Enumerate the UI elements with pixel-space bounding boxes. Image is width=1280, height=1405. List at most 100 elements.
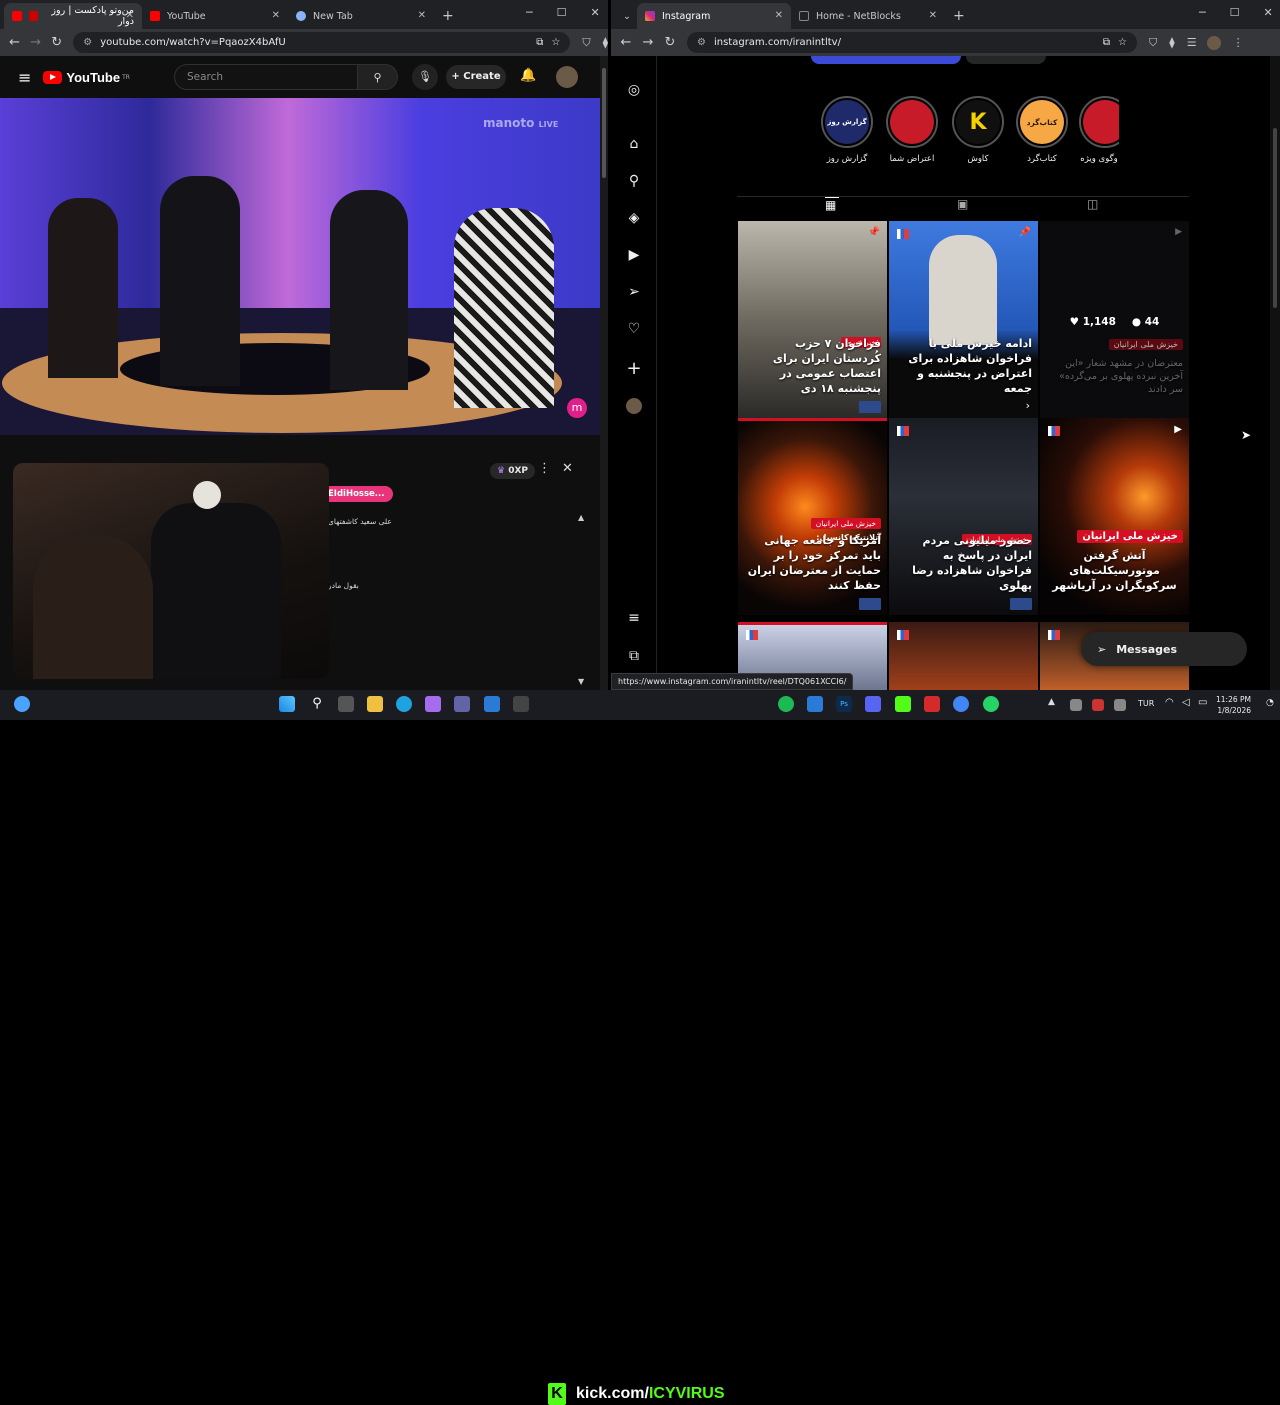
home-icon[interactable]: ⌂ xyxy=(626,136,642,152)
tab-instagram[interactable]: Instagram ✕ xyxy=(637,3,791,29)
tray-app-icon[interactable] xyxy=(1092,699,1104,711)
menu-icon[interactable]: ⋮ xyxy=(1233,36,1244,49)
tray-app-icon[interactable] xyxy=(1114,699,1126,711)
windows-start-icon[interactable] xyxy=(279,696,295,712)
reload-icon[interactable]: ↻ xyxy=(659,35,681,50)
left-scrollbar[interactable] xyxy=(600,56,608,690)
post-tile[interactable]: ▶ ♥ 1,148 ● 44 خیزش ملی ایرانیان معترضان… xyxy=(1040,221,1189,418)
hamburger-menu-icon[interactable]: ≡ xyxy=(18,68,31,87)
back-icon[interactable]: ← xyxy=(615,35,637,50)
close-tab-icon[interactable]: ✕ xyxy=(929,10,937,21)
address-bar[interactable]: ⚙ instagram.com/iranintltv/ ⧉ ☆ xyxy=(687,32,1137,53)
highlight-report[interactable]: گزارش روز گزارش روز xyxy=(818,96,876,164)
tab-search-icon[interactable]: ⌄ xyxy=(615,3,637,29)
photoshop-icon[interactable]: Ps xyxy=(836,696,852,712)
post-tile[interactable] xyxy=(889,622,1038,690)
scroll-up-icon[interactable]: ▲ xyxy=(578,513,584,522)
bookmark-star-icon[interactable]: ☆ xyxy=(551,37,560,48)
close-tab-icon[interactable]: ✕ xyxy=(775,10,783,21)
forward-icon[interactable]: → xyxy=(637,35,659,50)
maximize-icon[interactable]: ☐ xyxy=(557,6,567,19)
reading-list-icon[interactable]: ☰ xyxy=(1187,36,1197,49)
whatsapp-icon[interactable] xyxy=(983,696,999,712)
close-window-icon[interactable]: ✕ xyxy=(591,6,600,19)
highlight-interview[interactable]: وگوی ویژه xyxy=(1079,96,1119,164)
tab-netblocks[interactable]: Home - NetBlocks ✕ xyxy=(791,3,945,29)
new-tab-button[interactable]: + xyxy=(945,3,969,29)
new-tab-button[interactable]: + xyxy=(434,3,458,29)
avatar[interactable] xyxy=(556,66,578,88)
instagram-logo-icon[interactable]: ◎ xyxy=(626,82,642,98)
spotify-icon[interactable] xyxy=(778,696,794,712)
scroll-thumb[interactable] xyxy=(602,68,606,178)
youtube-logo[interactable]: YouTube TR xyxy=(43,70,130,85)
video-player[interactable]: manoto LIVE m xyxy=(0,98,600,435)
post-tile[interactable]: خیزش ملی ایرانیان حضور میلیونی مردم ایرا… xyxy=(889,418,1038,615)
post-tile[interactable]: 📌 خبر فوری فراخوان ۷ حزب کُردستان ایران … xyxy=(738,221,887,418)
search-icon[interactable]: ⚲ xyxy=(626,173,642,189)
app-icon[interactable] xyxy=(924,696,940,712)
close-tab-icon[interactable]: ✕ xyxy=(126,10,134,21)
extension-shield-icon[interactable]: ⛉ xyxy=(582,36,590,50)
bookmark-star-icon[interactable]: ☆ xyxy=(1118,37,1127,48)
right-scrollbar[interactable] xyxy=(1270,56,1280,690)
highlight-kavosh[interactable]: K کاوش xyxy=(949,96,1007,164)
teams-icon[interactable] xyxy=(454,696,470,712)
scroll-thumb[interactable] xyxy=(1273,128,1277,308)
post-tile[interactable]: ▶ خیزش ملی ایرانیان آتش گرفتن موتورسیکلت… xyxy=(1040,418,1189,615)
edge-icon[interactable] xyxy=(396,696,412,712)
message-button[interactable] xyxy=(966,56,1046,64)
highlight-ketabgard[interactable]: کتاب‌گرد کتاب‌گرد xyxy=(1013,96,1071,164)
close-window-icon[interactable]: ✕ xyxy=(1264,6,1273,19)
search-icon[interactable]: ⚲ xyxy=(309,696,325,712)
address-bar[interactable]: ⚙ youtube.com/watch?v=PqaozX4bAfU ⧉ ☆ xyxy=(73,32,571,53)
tray-expand-icon[interactable]: ▲ xyxy=(1048,697,1055,707)
tab-new-tab[interactable]: New Tab ✕ xyxy=(288,3,434,29)
tagged-tab-icon[interactable]: ◫ xyxy=(1087,197,1098,211)
extensions-icon[interactable]: ⧫ xyxy=(1169,36,1174,49)
points-badge[interactable]: ♛ 0XP xyxy=(490,463,536,479)
wifi-icon[interactable]: ◠ xyxy=(1165,697,1174,708)
threads-app-icon[interactable]: ⧉ xyxy=(626,648,642,664)
tray-app-icon[interactable] xyxy=(1070,699,1082,711)
notification-icon[interactable]: ◔ xyxy=(1266,698,1274,708)
post-tile[interactable]: 📌 ادامه خیزش ملی با فراخوان شاهزاده برای… xyxy=(889,221,1038,418)
messages-button[interactable]: ➢ Messages xyxy=(1081,632,1247,666)
extension-shield-icon[interactable]: ⛉ xyxy=(1149,36,1157,50)
profile-avatar[interactable] xyxy=(626,398,642,414)
highlight-protest[interactable]: اعتراض شما xyxy=(883,96,941,164)
explore-icon[interactable]: ◈ xyxy=(626,210,642,226)
maximize-icon[interactable]: ☐ xyxy=(1230,6,1240,19)
reels-icon[interactable]: ▶ xyxy=(626,247,642,263)
follow-button[interactable] xyxy=(811,56,961,64)
reload-icon[interactable]: ↻ xyxy=(46,35,67,50)
install-icon[interactable]: ⧉ xyxy=(536,37,543,48)
voice-search-icon[interactable]: 🎙 xyxy=(412,64,438,90)
reels-tab-icon[interactable]: ▣ xyxy=(957,197,968,211)
input-language[interactable]: TUR xyxy=(1138,699,1154,708)
discord-icon[interactable] xyxy=(865,696,881,712)
widgets-icon[interactable] xyxy=(14,696,30,712)
tab-youtube[interactable]: YouTube ✕ xyxy=(142,3,288,29)
create-plus-icon[interactable]: + xyxy=(626,358,642,379)
youtube-search-input[interactable]: Search xyxy=(174,64,358,90)
carousel-next-icon[interactable]: › xyxy=(1026,399,1030,412)
kick-app-icon[interactable] xyxy=(895,696,911,712)
clock[interactable]: 11:26 PM 1/8/2026 xyxy=(1216,694,1251,716)
username-chip[interactable]: EIdiHosse... xyxy=(320,486,393,502)
install-icon[interactable]: ⧉ xyxy=(1103,37,1110,48)
copilot-icon[interactable] xyxy=(425,696,441,712)
back-icon[interactable]: ← xyxy=(4,35,25,50)
forward-icon[interactable]: → xyxy=(25,35,46,50)
site-info-icon[interactable]: ⚙ xyxy=(697,37,706,48)
close-chat-icon[interactable]: ✕ xyxy=(562,461,573,476)
minimize-icon[interactable]: ─ xyxy=(1199,6,1206,19)
scroll-down-icon[interactable]: ▼ xyxy=(578,677,584,686)
more-options-icon[interactable]: ⋮ xyxy=(538,461,551,476)
search-button[interactable]: ⚲ xyxy=(358,64,398,90)
tab-manoto[interactable]: من‌وتو پادکست | روز دوار ✕ xyxy=(4,3,142,29)
post-tile[interactable]: خیزش ملی ایرانیان آتلانتیک کانسیل: آمریک… xyxy=(738,418,887,615)
notifications-bell-icon[interactable]: 🔔 xyxy=(520,68,536,83)
volume-icon[interactable]: ◁ xyxy=(1182,697,1190,708)
close-tab-icon[interactable]: ✕ xyxy=(418,10,426,21)
